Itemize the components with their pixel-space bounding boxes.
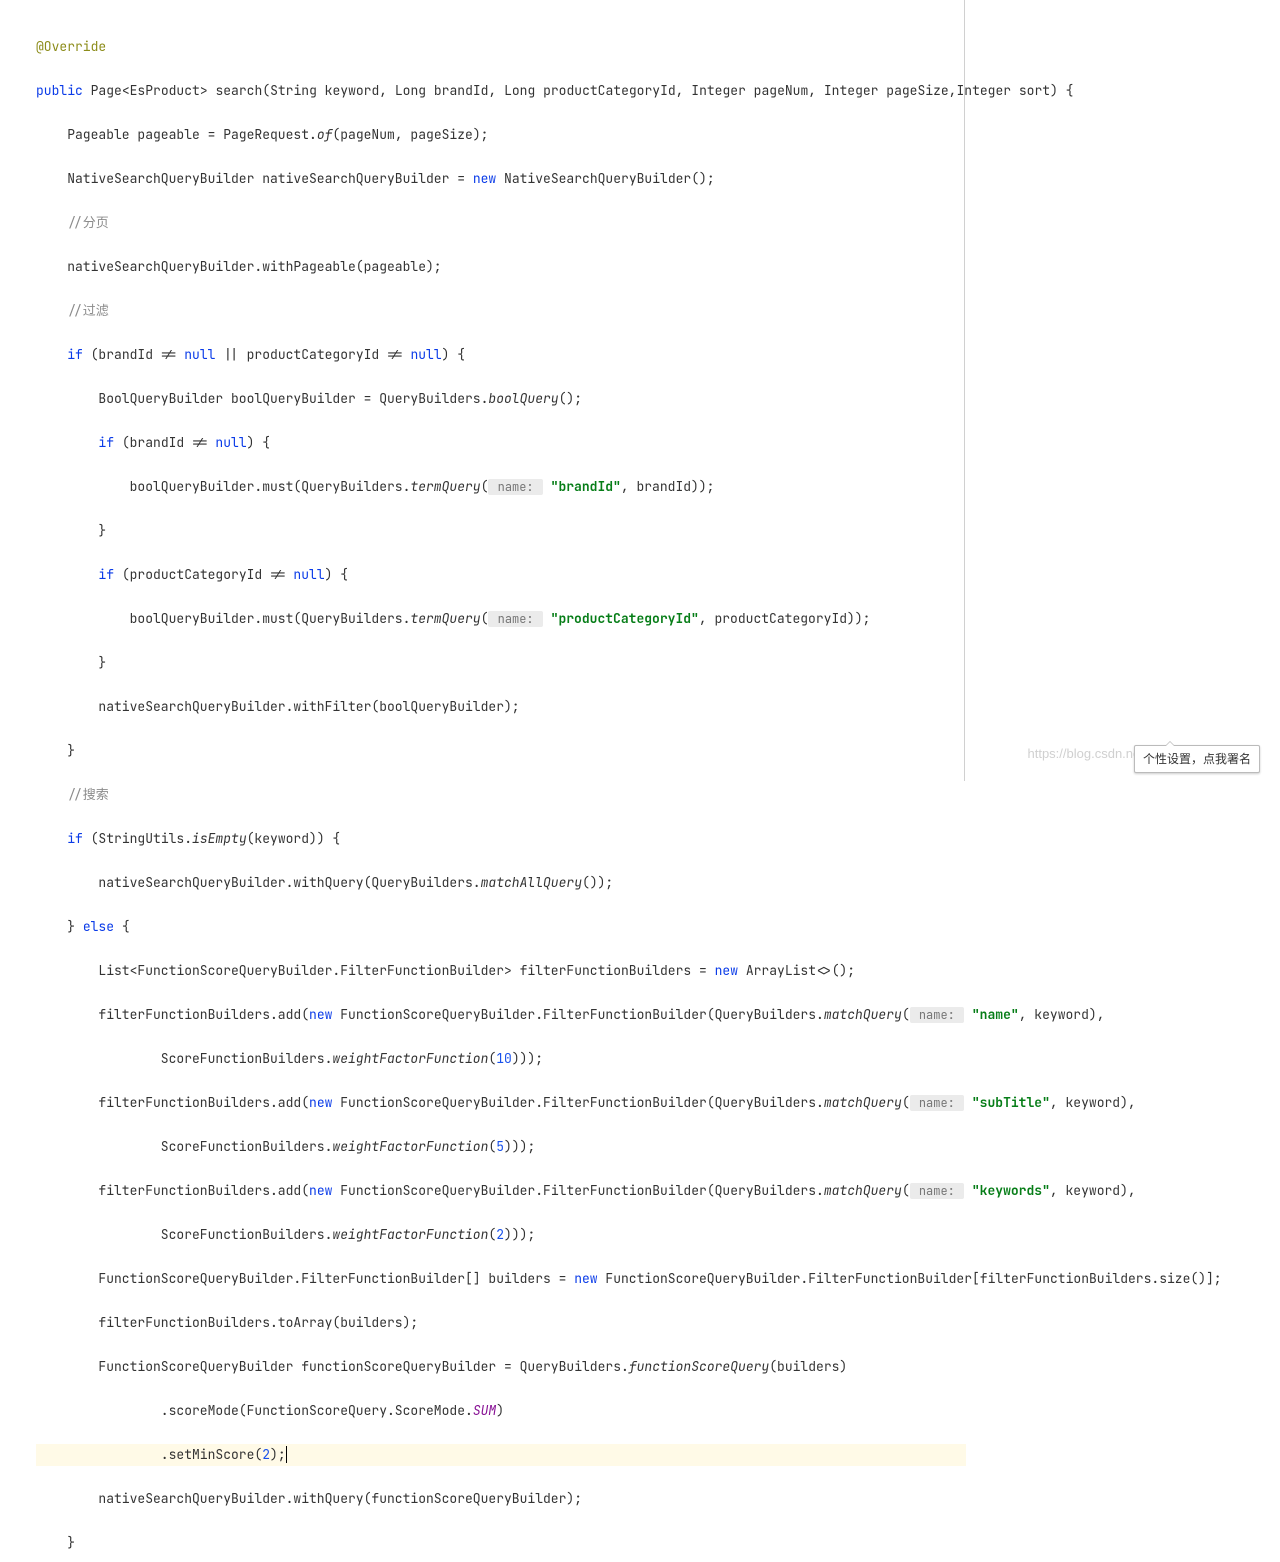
comment-filter: //过滤 xyxy=(36,302,109,319)
annotation: @Override xyxy=(36,38,106,55)
comment-search: //搜索 xyxy=(36,786,109,803)
kw-public: public xyxy=(36,82,83,99)
caret-line[interactable]: .setMinScore(2); xyxy=(36,1444,966,1466)
param-hint: name: xyxy=(910,1007,964,1023)
code-block: @Override public Page<EsProduct> search(… xyxy=(0,0,1222,1562)
code-editor[interactable]: @Override public Page<EsProduct> search(… xyxy=(0,0,965,781)
param-hint: name: xyxy=(910,1095,964,1111)
comment-paging: //分页 xyxy=(36,214,109,231)
signature-tooltip[interactable]: 个性设置，点我署名 xyxy=(1134,745,1260,773)
param-hint: name: xyxy=(488,479,542,495)
text-caret xyxy=(286,1446,287,1463)
param-hint: name: xyxy=(488,611,542,627)
param-hint: name: xyxy=(910,1183,964,1199)
